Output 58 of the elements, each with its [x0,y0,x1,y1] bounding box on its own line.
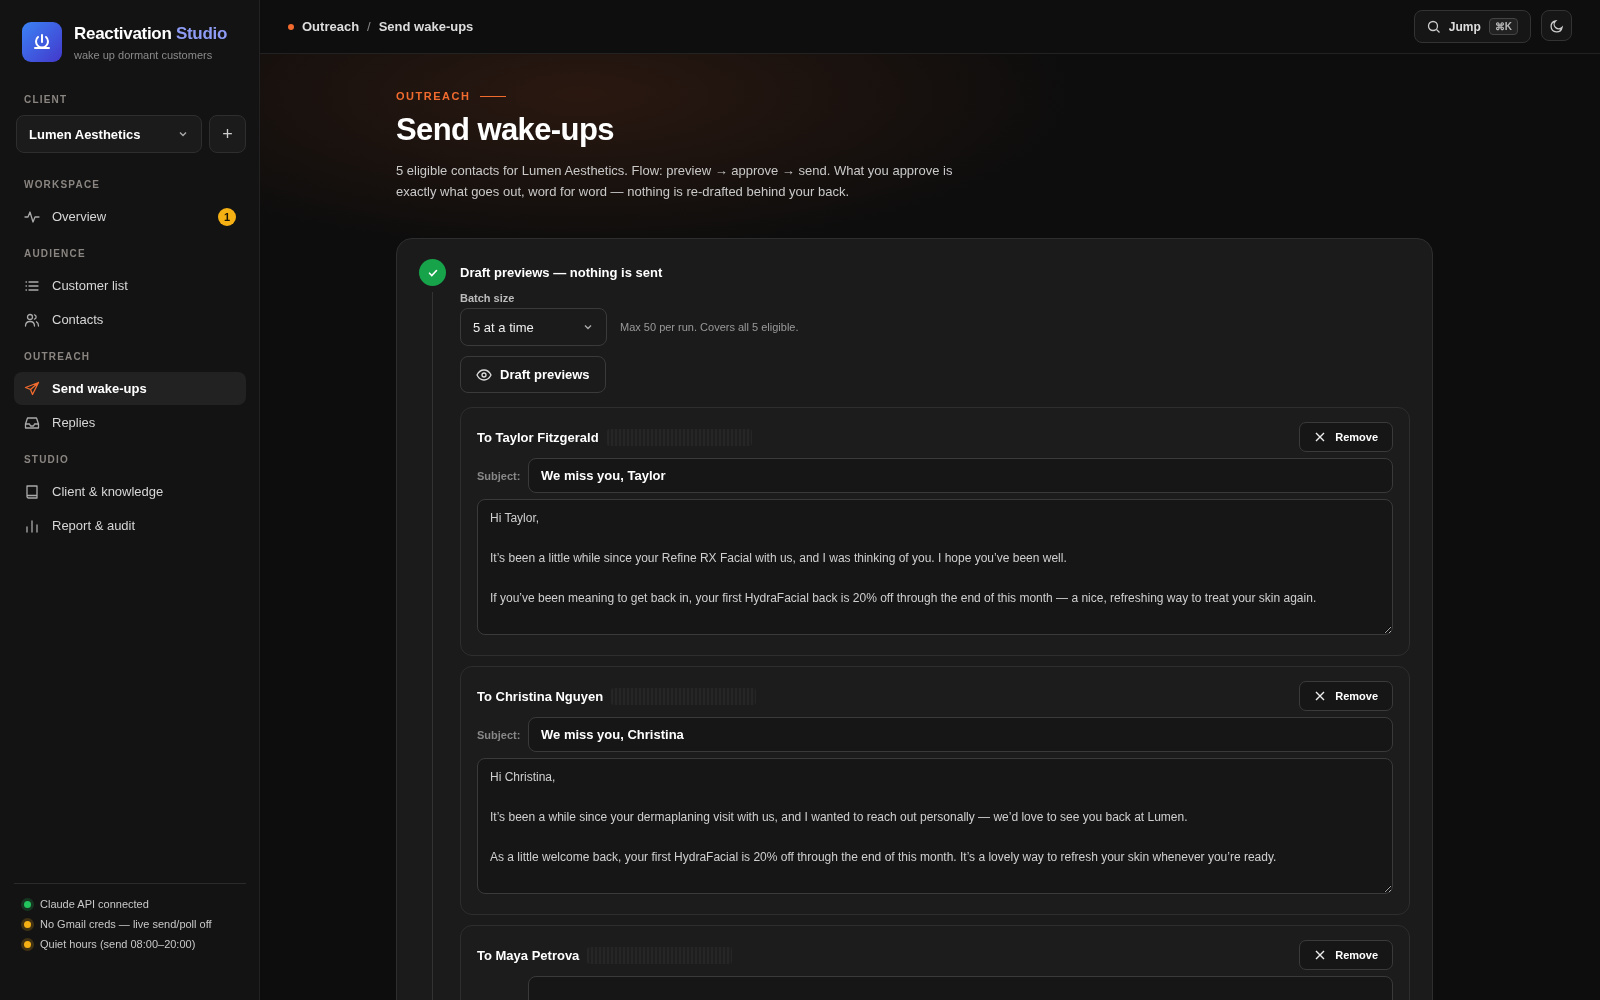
sidebar-item[interactable]: Customer list [14,269,246,302]
recipient-name: To Maya Petrova [477,947,580,963]
inbox-icon [24,414,40,431]
power-logo-icon [22,22,62,62]
breadcrumb-item: Send wake-ups [378,19,474,34]
book-icon [24,483,40,500]
remove-button[interactable]: Remove [1299,681,1393,711]
close-icon [1314,690,1327,702]
subject-field[interactable]: We miss you, Christina [528,717,1393,752]
eye-icon [476,366,492,383]
sidebar-item[interactable]: Client & knowledge [14,475,246,508]
status-text: Quiet hours (send 08:00–20:00) [40,938,196,950]
app-title: Reactivation Studio [74,23,227,44]
subject-label: Subject: [477,728,520,741]
recipient-name: To Christina Nguyen [477,688,604,704]
theme-toggle-button[interactable] [1541,10,1572,41]
section-heading: CLIENT [23,94,69,105]
jump-button[interactable]: Jump ⌘K [1413,10,1531,43]
shortcut-key: ⌘K [1488,18,1518,35]
step-title: Draft previews — nothing is sent [460,265,663,280]
sidebar-item[interactable]: Send wake-ups [14,372,246,405]
close-icon [1314,949,1327,961]
section-heading: AUDIENCE [23,248,87,259]
sidebar-item[interactable]: Report & audit [14,509,246,542]
status-text: Claude API connected [40,898,149,910]
breadcrumb-dot [288,23,294,30]
people-icon [24,311,40,328]
draft-previews-button[interactable]: Draft previews [460,356,606,393]
add-client-button[interactable]: + [209,115,246,153]
subject-label: Subject: [477,469,520,482]
subject-field[interactable]: We miss you, Taylor [528,458,1393,493]
message-body-field[interactable]: Hi Christina, It’s been a while since your dermaplaning visit with us, and I wanted to reach out personally — we’d love to see you back at Lumen. As a little welcome back, your first HydraFacial is 20% off through the end of this month. It’s a lovely way to refresh your skin whenever you’re ready. [477,758,1393,894]
send-icon [24,380,40,397]
section-heading: WORKSPACE [23,179,102,190]
count-badge: 1 [218,207,236,226]
message-body-field[interactable]: Hi Taylor, It’s been a little while since your Refine RX Facial with us, and I was thinking of you. I hope you’ve been well. If you’ve been meaning to get back in, your first HydraFacial back is 20% off through the end of this month — a nice, refreshing way to treat your skin again. [477,499,1393,635]
close-icon [1314,431,1327,443]
search-icon [1426,19,1441,34]
page-title: Send wake-ups [396,112,615,148]
remove-button[interactable]: Remove [1299,422,1393,452]
section-heading: STUDIO [23,454,70,465]
status-text: No Gmail creds — live send/poll off [40,918,212,930]
moon-icon [1549,18,1564,33]
breadcrumb-separator: / [367,19,371,34]
section-heading: OUTREACH [23,351,92,362]
page-description: 5 eligible contacts for Lumen Aesthetics. Flow: preview → approve → send. What you approve is exactly what goes out, word for word — nothing is re-drafted behind your back. [396,162,954,201]
app-tagline: wake up dormant customers [74,48,214,61]
batch-hint: Max 50 per run. Covers all 5 eligible. [620,321,799,333]
breadcrumb-item[interactable]: Outreach [302,19,360,34]
sidebar-item[interactable]: Replies [14,406,246,439]
sidebar-item[interactable]: Contacts [14,303,246,336]
page-eyebrow: OUTREACH [396,90,471,102]
client-dropdown[interactable]: Lumen Aesthetics [16,115,202,153]
sidebar-item[interactable]: Overview 1 [14,200,246,233]
remove-button[interactable]: Remove [1299,940,1393,970]
field-label: Batch size [460,292,516,304]
batch-size-dropdown[interactable]: 5 at a time [460,308,607,346]
recipient-name: To Taylor Fitzgerald [477,429,599,445]
